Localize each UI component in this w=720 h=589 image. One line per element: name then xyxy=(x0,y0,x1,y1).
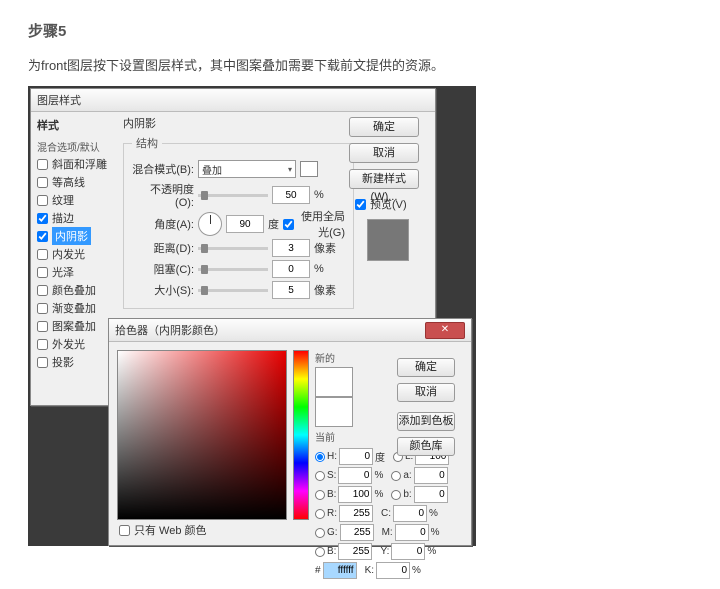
new-style-button[interactable]: 新建样式(W)... xyxy=(349,169,419,189)
structure-legend: 结构 xyxy=(132,135,162,151)
b2-radio[interactable] xyxy=(391,490,401,500)
style-item[interactable]: 图案叠加 xyxy=(37,317,115,335)
global-light-checkbox[interactable]: 使用全局光(G) xyxy=(283,215,345,233)
current-color-label: 当前 xyxy=(315,429,335,444)
structure-group: 结构 混合模式(B): 叠加 不透明度(O): % 角度(A): xyxy=(123,135,354,309)
hue-slider[interactable] xyxy=(293,350,309,520)
style-item[interactable]: 内发光 xyxy=(37,245,115,263)
a-radio[interactable] xyxy=(391,471,401,481)
style-item[interactable]: 光泽 xyxy=(37,263,115,281)
b2-input[interactable] xyxy=(414,486,448,503)
style-item[interactable]: 等高线 xyxy=(37,173,115,191)
color-picker-dialog: 拾色器（内阴影颜色） ✕ 确定 取消 添加到色板 颜色库 新的 xyxy=(108,318,472,546)
b-radio[interactable] xyxy=(315,490,325,500)
preview-swatch xyxy=(367,219,409,261)
angle-dial[interactable] xyxy=(198,212,222,236)
shadow-color-swatch[interactable] xyxy=(300,161,318,177)
bl-radio[interactable] xyxy=(315,547,325,557)
angle-label: 角度(A): xyxy=(132,216,194,232)
picker-ok-button[interactable]: 确定 xyxy=(397,358,455,377)
choke-label: 阻塞(C): xyxy=(132,261,194,277)
size-label: 大小(S): xyxy=(132,282,194,298)
opacity-unit: % xyxy=(314,189,324,201)
s-input[interactable] xyxy=(338,467,372,484)
new-color-label: 新的 xyxy=(315,350,335,365)
distance-label: 距离(D): xyxy=(132,240,194,256)
preview-checkbox[interactable]: 预览(V) xyxy=(355,195,427,213)
distance-slider[interactable] xyxy=(198,247,268,250)
style-item[interactable]: 内阴影 xyxy=(37,227,115,245)
style-item[interactable]: 渐变叠加 xyxy=(37,299,115,317)
k-input[interactable] xyxy=(376,562,410,579)
style-item[interactable]: 外发光 xyxy=(37,335,115,353)
opacity-label: 不透明度(O): xyxy=(132,181,194,209)
distance-unit: 像素 xyxy=(314,240,336,256)
distance-input[interactable] xyxy=(272,239,310,257)
color-lib-button[interactable]: 颜色库 xyxy=(397,437,455,456)
blend-mode-select[interactable]: 叠加 xyxy=(198,160,296,178)
r-radio[interactable] xyxy=(315,509,325,519)
dialog-titlebar: 图层样式 xyxy=(31,89,435,112)
styles-sidebar: 样式 混合选项/默认 斜面和浮雕等高线纹理描边内阴影内发光光泽颜色叠加渐变叠加图… xyxy=(37,117,115,371)
y-input[interactable] xyxy=(391,543,425,560)
screenshot-area: 图层样式 样式 混合选项/默认 斜面和浮雕等高线纹理描边内阴影内发光光泽颜色叠加… xyxy=(28,86,476,546)
choke-slider[interactable] xyxy=(198,268,268,271)
g-input[interactable] xyxy=(340,524,374,541)
r-input[interactable] xyxy=(339,505,373,522)
choke-input[interactable] xyxy=(272,260,310,278)
blend-mode-label: 混合模式(B): xyxy=(132,161,194,177)
g-radio[interactable] xyxy=(315,528,325,538)
h-input[interactable] xyxy=(339,448,373,465)
current-color-swatch xyxy=(315,397,353,427)
style-item[interactable]: 纹理 xyxy=(37,191,115,209)
style-item[interactable]: 描边 xyxy=(37,209,115,227)
style-item[interactable]: 投影 xyxy=(37,353,115,371)
s-radio[interactable] xyxy=(315,471,325,481)
hex-input[interactable] xyxy=(323,562,357,579)
cancel-button[interactable]: 取消 xyxy=(349,143,419,163)
step-title: 步骤5 xyxy=(28,20,692,41)
picker-titlebar: 拾色器（内阴影颜色） ✕ xyxy=(109,319,471,342)
c-input[interactable] xyxy=(393,505,427,522)
web-only-checkbox[interactable]: 只有 Web 颜色 xyxy=(119,521,207,539)
blend-default[interactable]: 混合选项/默认 xyxy=(37,137,115,155)
style-item[interactable]: 颜色叠加 xyxy=(37,281,115,299)
size-input[interactable] xyxy=(272,281,310,299)
bl-input[interactable] xyxy=(338,543,372,560)
size-unit: 像素 xyxy=(314,282,336,298)
add-swatch-button[interactable]: 添加到色板 xyxy=(397,412,455,431)
color-field[interactable] xyxy=(117,350,287,520)
m-input[interactable] xyxy=(395,524,429,541)
panel-title: 内阴影 xyxy=(123,115,323,131)
angle-input[interactable] xyxy=(226,215,264,233)
dialog-title: 图层样式 xyxy=(37,92,81,108)
br-input[interactable] xyxy=(338,486,372,503)
opacity-slider[interactable] xyxy=(198,194,268,197)
picker-title: 拾色器（内阴影颜色） xyxy=(115,322,225,338)
color-value-inputs: H:度L: S:%a: B:%b: R:C:% G:M:% B:Y:% #K:% xyxy=(315,448,463,579)
h-radio[interactable] xyxy=(315,452,325,462)
step-desc: 为front图层按下设置图层样式，其中图案叠加需要下载前文提供的资源。 xyxy=(28,55,692,74)
new-color-swatch xyxy=(315,367,353,397)
a-input[interactable] xyxy=(414,467,448,484)
choke-unit: % xyxy=(314,263,324,275)
styles-header: 样式 xyxy=(37,117,115,133)
dialog-right-buttons: 确定 取消 新建样式(W)... 预览(V) xyxy=(349,117,427,267)
size-slider[interactable] xyxy=(198,289,268,292)
ok-button[interactable]: 确定 xyxy=(349,117,419,137)
angle-unit: 度 xyxy=(268,216,279,232)
style-item[interactable]: 斜面和浮雕 xyxy=(37,155,115,173)
close-icon[interactable]: ✕ xyxy=(425,322,465,339)
opacity-input[interactable] xyxy=(272,186,310,204)
picker-cancel-button[interactable]: 取消 xyxy=(397,383,455,402)
